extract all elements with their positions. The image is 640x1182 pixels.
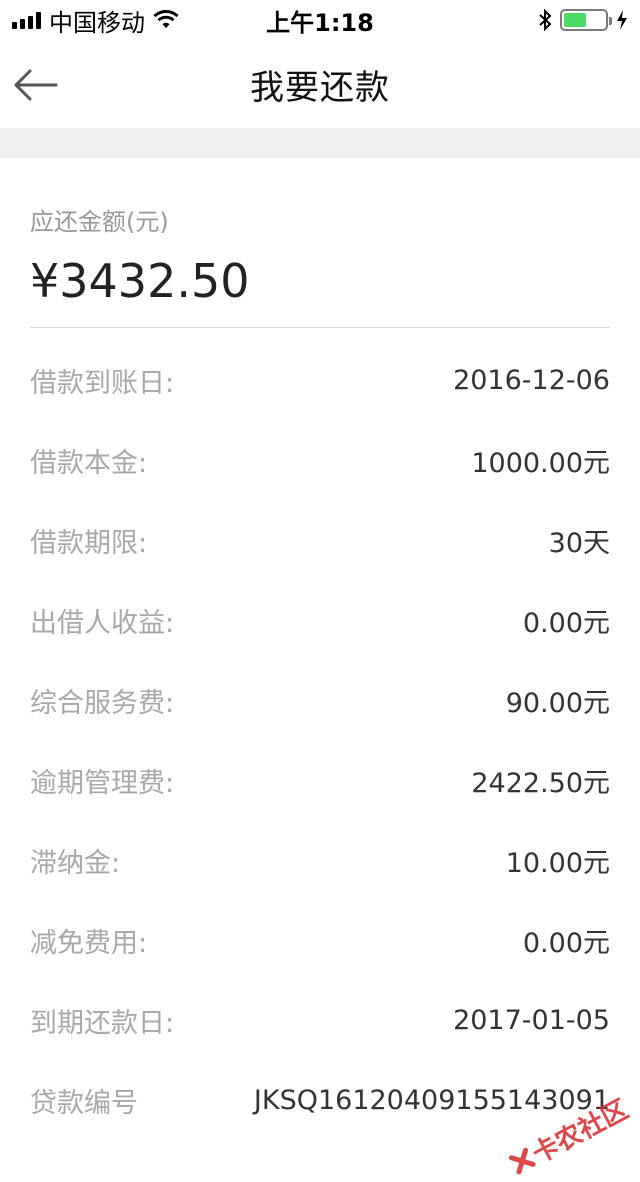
signal-icon [12, 11, 41, 29]
detail-label: 逾期管理费: [30, 761, 174, 800]
back-arrow-icon [12, 67, 58, 103]
detail-label: 到期还款日: [30, 1001, 174, 1040]
page-title: 我要还款 [250, 60, 390, 109]
detail-value: 30天 [549, 521, 610, 560]
detail-value: 10.00元 [506, 841, 610, 880]
bluetooth-icon [538, 9, 552, 31]
detail-row-late-fee: 滞纳金: 10.00元 [30, 820, 610, 900]
detail-value: 2422.50元 [471, 761, 610, 800]
detail-label: 综合服务费: [30, 681, 174, 720]
detail-value: 1000.00元 [471, 441, 610, 480]
detail-label: 借款本金: [30, 441, 147, 480]
detail-row-overdue-fee: 逾期管理费: 2422.50元 [30, 740, 610, 820]
detail-row-loan-number: 贷款编号 JKSQ16120409155143091 [30, 1060, 610, 1140]
detail-value: 2016-12-06 [453, 365, 610, 396]
detail-value: JKSQ16120409155143091 [254, 1085, 610, 1116]
status-left: 中国移动 [12, 3, 179, 38]
amount-label: 应还金额(元) [30, 202, 169, 237]
carrier-label: 中国移动 [49, 3, 145, 38]
detail-label: 减免费用: [30, 921, 147, 960]
nav-bar: 我要还款 [0, 40, 640, 128]
loan-details-list: 借款到账日: 2016-12-06 借款本金: 1000.00元 借款期限: 3… [30, 340, 610, 1140]
detail-label: 借款期限: [30, 521, 147, 560]
back-button[interactable] [10, 60, 60, 110]
wifi-icon [153, 10, 179, 30]
battery-icon [560, 9, 608, 31]
detail-label: 出借人收益: [30, 601, 174, 640]
status-bar: 中国移动 上午1:18 [0, 0, 640, 40]
detail-label: 借款到账日: [30, 361, 174, 400]
detail-row-waived-fee: 减免费用: 0.00元 [30, 900, 610, 980]
detail-value: 2017-01-05 [453, 1005, 610, 1036]
detail-row-due-date: 到期还款日: 2017-01-05 [30, 980, 610, 1060]
detail-row-disbursement-date: 借款到账日: 2016-12-06 [30, 340, 610, 420]
detail-row-principal: 借款本金: 1000.00元 [30, 420, 610, 500]
detail-value: 0.00元 [523, 921, 610, 960]
detail-value: 0.00元 [523, 601, 610, 640]
detail-label: 贷款编号 [30, 1081, 138, 1120]
detail-row-lender-income: 出借人收益: 0.00元 [30, 580, 610, 660]
amount-section: 应还金额(元) ¥3432.50 [30, 158, 610, 328]
detail-value: 90.00元 [506, 681, 610, 720]
detail-row-service-fee: 综合服务费: 90.00元 [30, 660, 610, 740]
section-divider [0, 128, 640, 158]
detail-row-term: 借款期限: 30天 [30, 500, 610, 580]
charging-icon [616, 10, 628, 30]
detail-label: 滞纳金: [30, 841, 120, 880]
status-right [538, 9, 628, 31]
amount-value: ¥3432.50 [30, 254, 250, 308]
